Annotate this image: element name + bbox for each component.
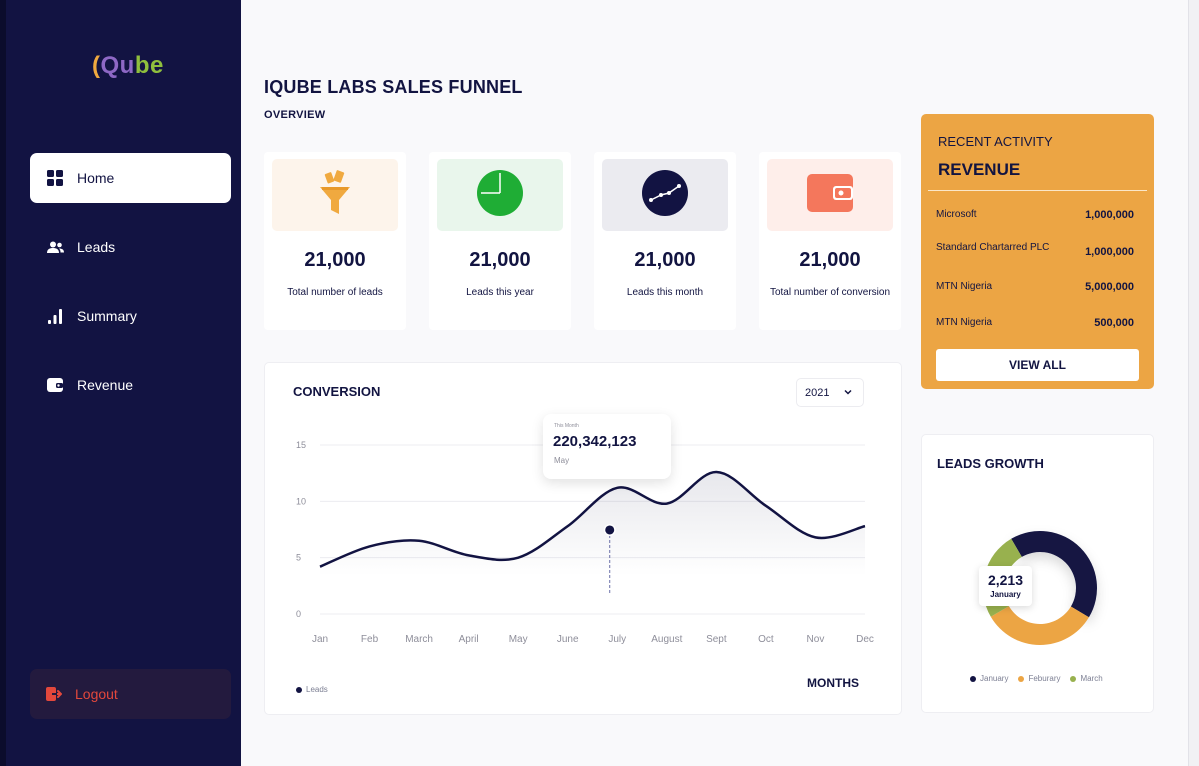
- activity-company: Microsoft: [936, 209, 977, 220]
- stat-value: 21,000: [634, 249, 696, 271]
- stat-value: 21,000: [469, 249, 531, 271]
- legend-item-march: March: [1070, 674, 1103, 683]
- x-tick-label: Sept: [706, 634, 727, 645]
- logout-label: Logout: [75, 686, 118, 702]
- sidebar-item-home[interactable]: Home: [30, 153, 231, 203]
- activity-company: MTN Nigeria: [936, 281, 993, 292]
- wallet-icon: [46, 376, 64, 394]
- legend-label: Leads: [306, 685, 328, 694]
- section-subtitle: OVERVIEW: [264, 109, 326, 121]
- stat-card-leads-year: 21,000 Leads this year: [429, 152, 571, 330]
- y-tick-label: 10: [296, 496, 306, 506]
- x-tick-label: Feb: [361, 634, 379, 645]
- sidebar-item-label: Home: [77, 170, 115, 186]
- tooltip-month: May: [554, 456, 570, 465]
- x-tick-label: April: [459, 634, 479, 645]
- stat-card-leads-month: 21,000 Leads this month: [594, 152, 736, 330]
- legend-dot: [1018, 675, 1025, 682]
- activity-amount: 500,000: [1094, 317, 1134, 329]
- tooltip-value: 220,342,123: [553, 433, 637, 450]
- x-tick-label: June: [557, 634, 579, 645]
- activity-amount: 1,000,000: [1085, 246, 1134, 258]
- users-icon: [46, 238, 64, 256]
- donut-slice-feburary: [990, 606, 1089, 645]
- trend-icon: [641, 169, 689, 222]
- legend-label: January: [980, 674, 1009, 683]
- view-all-button[interactable]: VIEW ALL: [936, 349, 1139, 381]
- page-title: IQUBE LABS SALES FUNNEL: [264, 77, 523, 97]
- x-tick-label: Jan: [312, 634, 328, 645]
- conversion-chart-card: CONVERSION 2021 0 5 10 15 Jan Feb March April Ma…: [264, 362, 902, 715]
- activity-heading: RECENT ACTIVITY: [938, 134, 1053, 149]
- stat-label: Total number of conversion: [769, 287, 891, 298]
- tooltip-caption: This Month: [554, 423, 579, 429]
- activity-company: Standard Chartarred PLC: [936, 242, 1050, 253]
- legend-dot: [970, 675, 976, 682]
- x-axis-title: MONTHS: [807, 676, 859, 690]
- stat-value: 21,000: [304, 249, 366, 271]
- x-tick-label: Nov: [807, 634, 825, 645]
- chart-legend: Leads: [296, 685, 328, 694]
- chart-tooltip: This Month 220,342,123 May: [543, 414, 671, 479]
- stat-icon-box: [767, 159, 893, 231]
- stat-label: Total number of leads: [287, 287, 383, 298]
- sidebar-item-summary[interactable]: Summary: [30, 291, 231, 341]
- x-tick-label: August: [651, 634, 682, 645]
- wallet-icon: [807, 173, 853, 217]
- stat-card-conversions: 21,000 Total number of conversion: [759, 152, 901, 330]
- sidebar-item-label: Summary: [77, 308, 137, 324]
- legend-item-february: Feburary: [1018, 674, 1060, 683]
- y-tick-label: 5: [296, 553, 301, 563]
- logout-icon: [46, 686, 62, 702]
- legend-label: March: [1080, 674, 1103, 683]
- donut-tooltip-value: 2,213: [987, 572, 1024, 588]
- stat-label: Leads this year: [466, 287, 534, 298]
- legend-dot: [296, 686, 302, 693]
- funnel-icon: [320, 169, 350, 221]
- highlight-point: [605, 525, 615, 535]
- sidebar-item-label: Leads: [77, 239, 116, 255]
- x-tick-label: July: [608, 634, 626, 645]
- legend-item-january: January: [970, 674, 1008, 683]
- donut-chart: [983, 531, 1097, 645]
- sidebar-item-label: Revenue: [77, 377, 134, 393]
- stat-value: 21,000: [799, 249, 861, 271]
- sidebar-item-leads[interactable]: Leads: [30, 222, 231, 272]
- bar-chart-icon: [46, 307, 64, 325]
- recent-activity-card: RECENT ACTIVITY REVENUE Microsoft 1,000,…: [921, 114, 1154, 389]
- x-tick-label: Dec: [856, 634, 874, 645]
- sidebar-item-revenue[interactable]: Revenue: [30, 360, 231, 410]
- stat-icon-box: [272, 159, 398, 231]
- legend-label: Feburary: [1028, 674, 1061, 683]
- donut-legend: January Feburary March: [970, 674, 1103, 683]
- y-tick-label: 15: [296, 440, 306, 450]
- stat-icon-box: [437, 159, 563, 231]
- chart-area-fill: [320, 472, 865, 576]
- logout-button[interactable]: Logout: [30, 669, 231, 719]
- window-scrollbar[interactable]: [1188, 0, 1199, 766]
- divider: [928, 190, 1147, 191]
- activity-amount: 1,000,000: [1085, 209, 1134, 221]
- activity-company: MTN Nigeria: [936, 317, 993, 328]
- stat-icon-box: [602, 159, 728, 231]
- x-tick-label: Oct: [758, 634, 774, 645]
- x-tick-label: May: [509, 634, 528, 645]
- activity-amount: 5,000,000: [1085, 281, 1134, 293]
- legend-dot: [1070, 675, 1077, 682]
- stat-label: Leads this month: [626, 287, 704, 298]
- logo: (Qube: [92, 52, 164, 79]
- donut-tooltip: 2,213 January: [979, 566, 1032, 606]
- leads-growth-card: LEADS GROWTH 2,213 January January Febur…: [921, 434, 1154, 713]
- x-tick-label: March: [405, 634, 433, 645]
- donut-tooltip-month: January: [990, 590, 1021, 599]
- stat-card-total-leads: 21,000 Total number of leads: [264, 152, 406, 330]
- pie-icon: [476, 169, 524, 222]
- activity-title: REVENUE: [938, 160, 1021, 179]
- sidebar: (Qube Home Leads Summary Revenue Logout: [0, 0, 241, 766]
- y-tick-label: 0: [296, 609, 301, 619]
- grid-icon: [46, 169, 64, 187]
